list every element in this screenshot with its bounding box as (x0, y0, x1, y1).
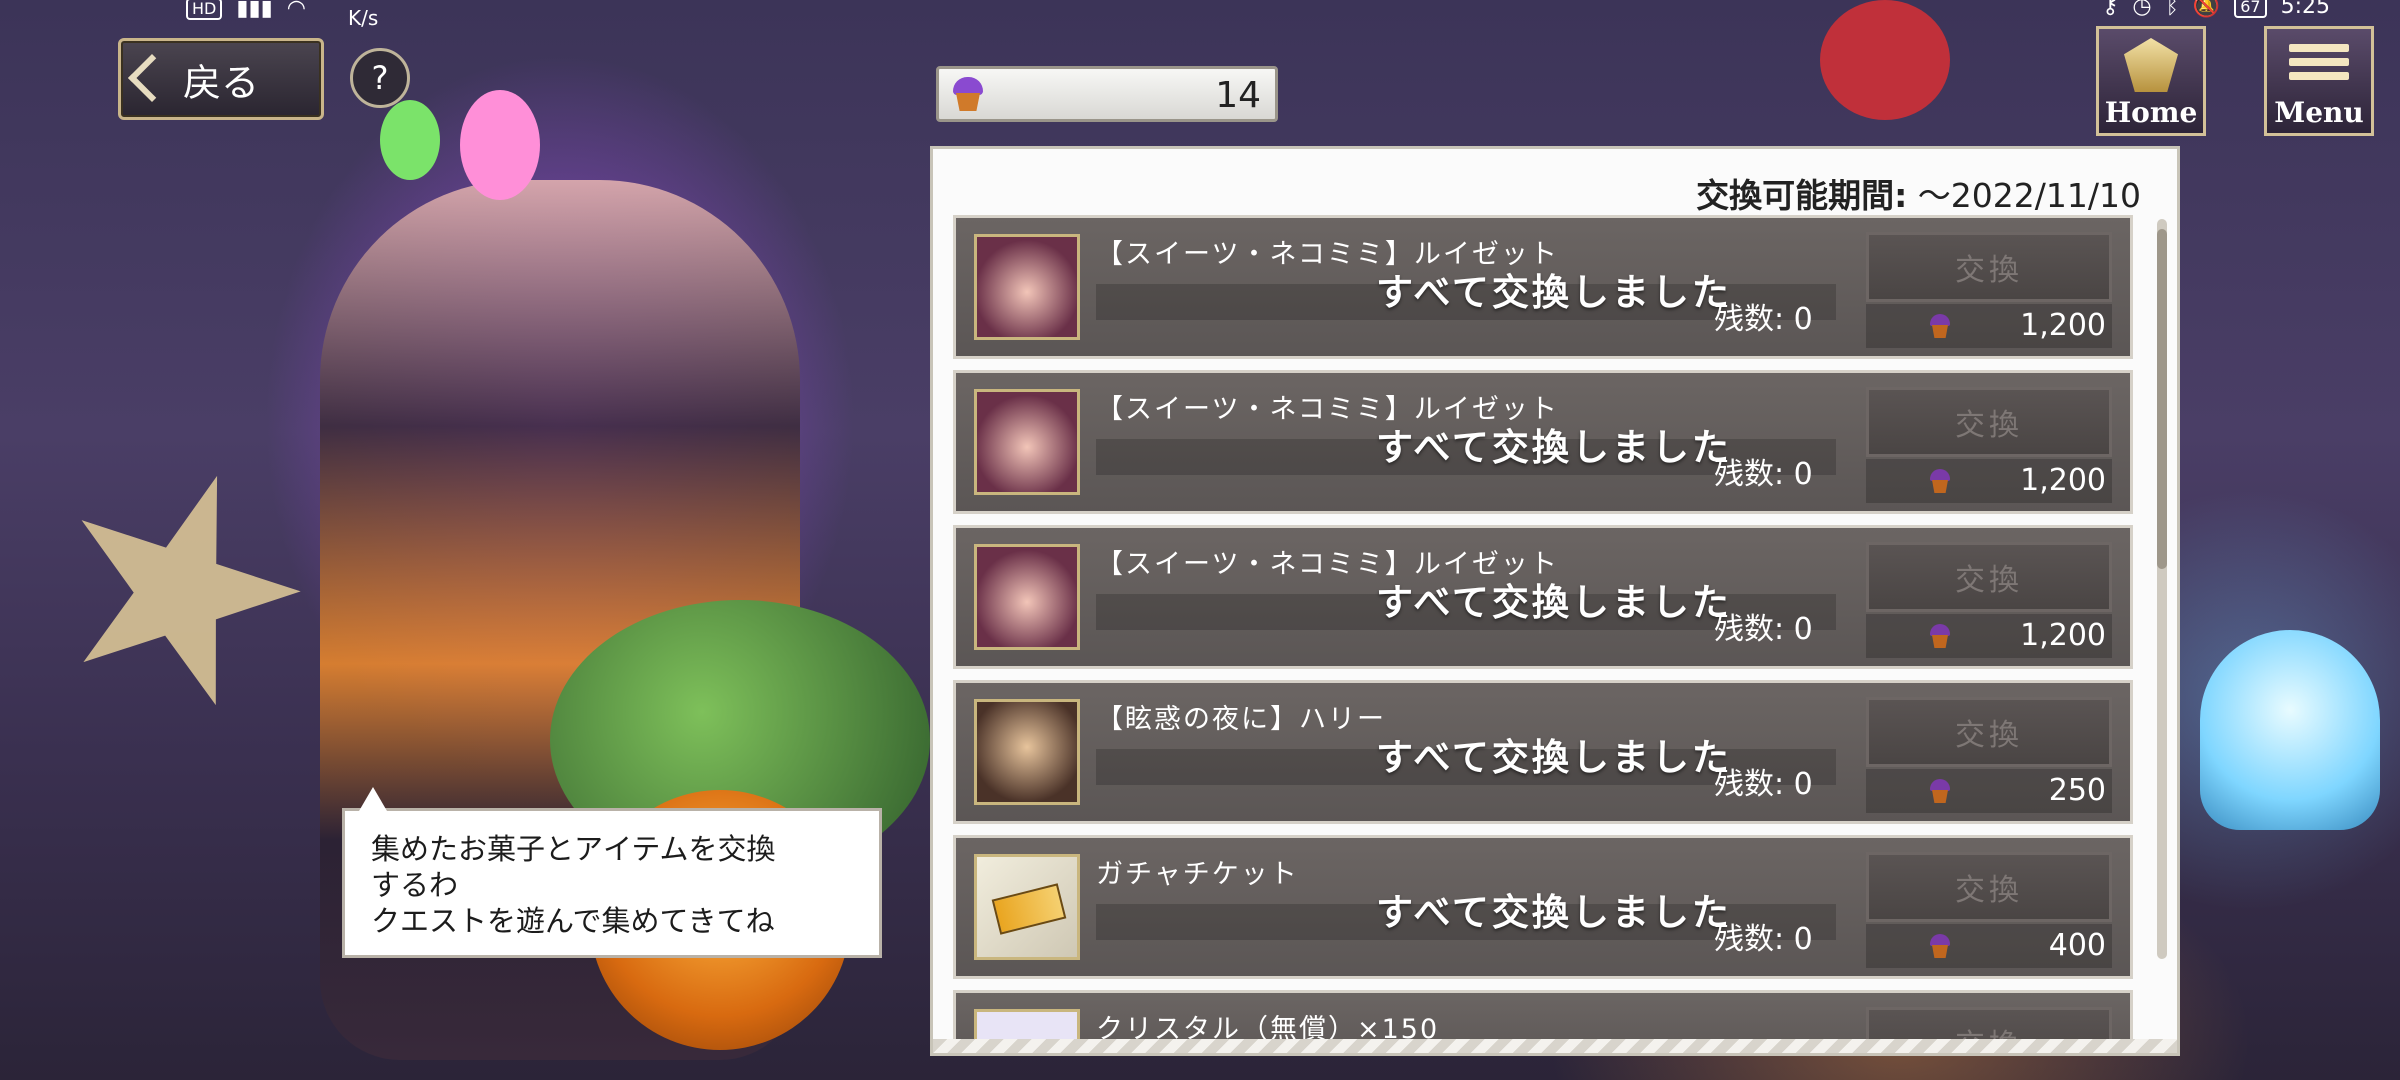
network-speed-unit: K/s (348, 6, 379, 30)
alarm-icon: ◷ (2132, 0, 2152, 19)
exchange-period: 交換可能期間: ～2022/11/10 (1696, 169, 2141, 217)
exchange-button[interactable]: 交換 (1866, 387, 2112, 457)
chevron-left-icon (127, 53, 177, 103)
item-cost: 250 (2048, 773, 2106, 808)
item-status: すべて交換しました (1376, 736, 1732, 779)
status-right: ⚷ ◷ ᛒ 🔕 67 5:25 (2102, 0, 2330, 19)
exchange-item: 【眩惑の夜に】ハリー すべて交換しました 残数: 0 交換 250 (953, 680, 2133, 824)
item-thumbnail (974, 699, 1080, 805)
exchange-list[interactable]: 【スイーツ・ネコミミ】ルイゼット すべて交換しました 残数: 0 交換 1,20… (953, 215, 2133, 1053)
hd-badge: HD (186, 0, 223, 20)
item-cost: 400 (2048, 928, 2106, 963)
item-remaining: 残数: 0 (1714, 767, 1813, 802)
home-button[interactable]: Home (2096, 26, 2206, 136)
menu-button[interactable]: Menu (2264, 26, 2374, 136)
item-cost: 1,200 (2020, 463, 2106, 498)
item-remaining: 残数: 0 (1714, 612, 1813, 647)
clock: 5:25 (2280, 0, 2330, 19)
exchange-button[interactable]: 交換 (1866, 542, 2112, 612)
star-decoration (29, 439, 331, 741)
hamburger-icon (2289, 38, 2349, 86)
cupcake-icon (1928, 779, 1952, 803)
item-name: 【眩惑の夜に】ハリー (1096, 704, 1386, 735)
cupcake-icon (1928, 469, 1952, 493)
exchange-button[interactable]: 交換 (1866, 697, 2112, 767)
balloon-decoration (460, 90, 540, 200)
key-icon: ⚷ (2102, 0, 2119, 19)
status-bar: HD ▮▮▮ ◠ K/s ⚷ ◷ ᛒ 🔕 67 5:25 (0, 0, 2400, 30)
item-thumbnail (974, 234, 1080, 340)
exchange-button[interactable]: 交換 (1866, 852, 2112, 922)
item-status: すべて交換しました (1376, 581, 1732, 624)
panel-bottom-border (933, 1039, 2177, 1053)
exchange-panel: 交換可能期間: ～2022/11/10 【スイーツ・ネコミミ】ルイゼット すべて… (930, 146, 2180, 1056)
ghost-decoration (2200, 630, 2380, 830)
wifi-icon: ◠ (286, 0, 306, 21)
help-button[interactable]: ? (350, 48, 410, 108)
balloon-decoration (1820, 0, 1950, 120)
item-status: すべて交換しました (1376, 271, 1732, 314)
speech-bubble: 集めたお菓子とアイテムを交換 するわ クエストを遊んで集めてきてね (342, 787, 882, 958)
signal-icon: ▮▮▮ (236, 0, 273, 21)
ticket-icon (974, 854, 1080, 960)
item-status: すべて交換しました (1376, 426, 1732, 469)
balloon-decoration (380, 100, 440, 180)
speech-line: クエストを遊んで集めてきてね (371, 904, 775, 938)
item-status: すべて交換しました (1376, 891, 1732, 934)
home-label: Home (2104, 96, 2198, 129)
bluetooth-icon: ᛒ (2165, 0, 2179, 19)
item-remaining: 残数: 0 (1714, 457, 1813, 492)
item-thumbnail (974, 389, 1080, 495)
period-label: 交換可能期間: (1696, 176, 1908, 215)
exchange-button[interactable]: 交換 (1866, 232, 2112, 302)
exchange-item: 【スイーツ・ネコミミ】ルイゼット すべて交換しました 残数: 0 交換 1,20… (953, 525, 2133, 669)
mute-icon: 🔕 (2192, 0, 2221, 19)
cupcake-icon (1928, 934, 1952, 958)
home-emblem-icon (2124, 38, 2178, 92)
scrollbar-thumb[interactable] (2157, 229, 2167, 569)
cupcake-icon (1928, 624, 1952, 648)
item-cost: 1,200 (2020, 618, 2106, 653)
speech-line: 集めたお菓子とアイテムを交換 (371, 832, 776, 866)
item-name: ガチャチケット (1096, 859, 1299, 890)
menu-label: Menu (2274, 96, 2364, 129)
item-remaining: 残数: 0 (1714, 922, 1813, 957)
battery-indicator: 67 (2234, 0, 2267, 18)
speech-line: するわ (371, 868, 459, 902)
exchange-item: ガチャチケット すべて交換しました 残数: 0 交換 400 (953, 835, 2133, 979)
currency-counter: 14 (936, 66, 1278, 122)
period-value: ～2022/11/10 (1917, 176, 2141, 215)
item-remaining: 残数: 0 (1714, 302, 1813, 337)
item-cost: 1,200 (2020, 308, 2106, 343)
exchange-item: 【スイーツ・ネコミミ】ルイゼット すべて交換しました 残数: 0 交換 1,20… (953, 215, 2133, 359)
cupcake-icon (949, 75, 987, 113)
back-label: 戻る (182, 60, 259, 105)
currency-amount: 14 (1215, 75, 1261, 116)
item-thumbnail (974, 544, 1080, 650)
exchange-item: 【スイーツ・ネコミミ】ルイゼット すべて交換しました 残数: 0 交換 1,20… (953, 370, 2133, 514)
status-left: HD ▮▮▮ ◠ (186, 0, 306, 21)
back-button[interactable]: 戻る (118, 38, 324, 120)
cupcake-icon (1928, 314, 1952, 338)
